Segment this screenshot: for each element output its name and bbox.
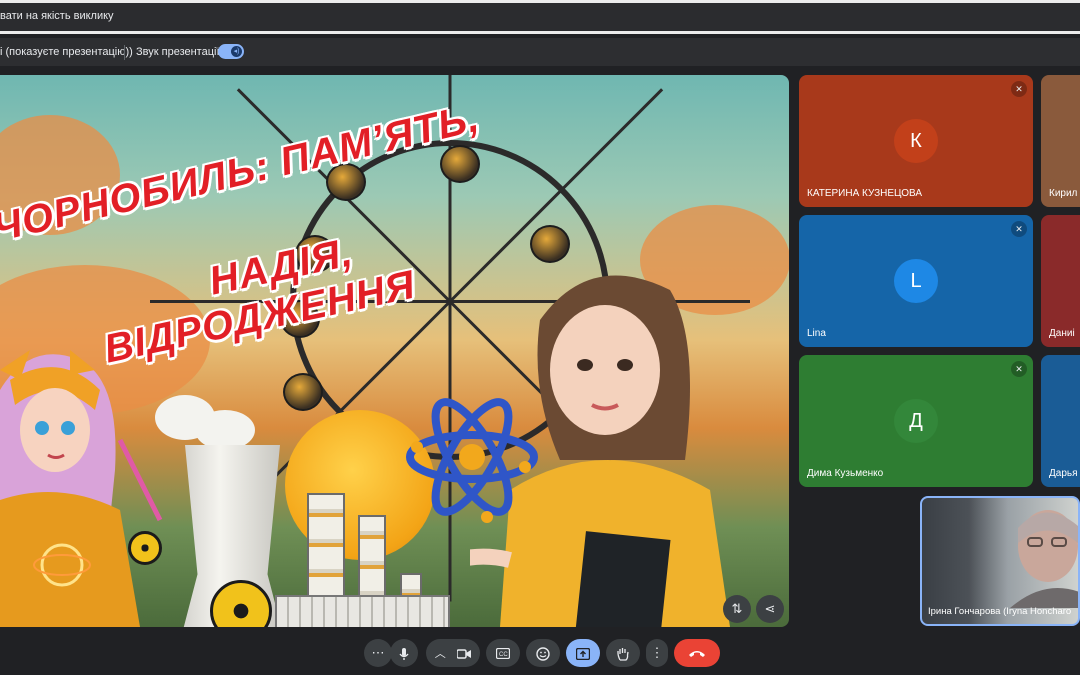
participant-name: Lina <box>807 328 826 339</box>
chevron-up-icon[interactable]: ︿ <box>435 648 446 660</box>
mic-off-icon: ✕ <box>1011 361 1027 377</box>
presentation-bar: і (показуєте презентацію)) Звук презента… <box>0 38 1080 66</box>
present-screen-icon <box>575 647 591 660</box>
presenting-status: і (показуєте презентацію)) <box>0 46 133 58</box>
chimney <box>358 515 386 605</box>
left-character <box>0 350 163 627</box>
camera-icon <box>456 648 472 659</box>
emoji-button[interactable] <box>526 639 560 667</box>
feedback-banner[interactable]: вати на якість виклику <box>0 3 1080 31</box>
mic-off-icon: ✕ <box>1011 81 1027 97</box>
participant-tile[interactable]: Даниі <box>1041 215 1080 347</box>
microphone-icon <box>399 647 409 660</box>
vertical-dots-icon: ⋮ <box>650 645 664 660</box>
participant-name: Дарья <box>1049 468 1078 479</box>
participant-tile[interactable]: ✕ Д Дима Кузьменко <box>799 355 1033 487</box>
steam-cloud <box>195 410 255 450</box>
wheel-cabin <box>283 373 323 411</box>
present-screen-button[interactable] <box>566 639 600 667</box>
participant-name: КАТЕРИНА КУЗНЕЦОВА <box>807 188 922 199</box>
microphone-button[interactable] <box>390 639 418 667</box>
more-icon: ⋯ <box>371 645 385 660</box>
avatar: К <box>894 119 938 163</box>
more-options-button[interactable]: ⋯ <box>364 639 392 667</box>
chimney <box>307 493 345 605</box>
participant-name: Дима Кузьменко <box>807 468 884 479</box>
participant-name: Даниі <box>1049 328 1075 339</box>
emoji-icon <box>536 646 550 661</box>
end-call-icon <box>689 651 705 658</box>
participant-tile[interactable]: ✕ К КАТЕРИНА КУЗНЕЦОВА <box>799 75 1033 207</box>
participant-name: Кирил <box>1049 188 1078 199</box>
more-menu-button[interactable]: ⋮ <box>646 639 668 667</box>
feedback-text[interactable]: вати на якість виклику <box>0 10 114 22</box>
top-bar: вати на якість виклику <box>0 0 1080 34</box>
divider <box>124 45 125 60</box>
share-icon[interactable]: ⋖ <box>756 595 784 623</box>
avatar: L <box>894 259 938 303</box>
wheel-cabin <box>530 225 570 263</box>
self-name: Ірина Гончарова (Iryna Honcharo <box>928 606 1072 617</box>
end-call-button[interactable] <box>674 639 720 667</box>
svg-text:CC: CC <box>499 652 508 658</box>
presentation-audio-toggle[interactable]: ◂) <box>218 44 244 59</box>
speaker-icon: ◂) <box>231 46 242 57</box>
presentation-stage: ЧОРНОБИЛЬ: ПАМ’ЯТЬ, НАДІЯ, ВІДРОДЖЕННЯ ⇅… <box>0 75 789 627</box>
reactor-building <box>275 595 450 627</box>
self-video-tile[interactable]: Ірина Гончарова (Iryna Honcharo <box>920 496 1080 626</box>
swap-icon[interactable]: ⇅ <box>723 595 751 623</box>
avatar: Д <box>894 399 938 443</box>
raise-hand-icon <box>617 647 629 661</box>
presentation-audio-label: Звук презентації <box>136 46 220 58</box>
captions-button[interactable]: CC <box>486 639 520 667</box>
wheel-cabin <box>440 145 480 183</box>
camera-button[interactable]: ︿ <box>426 639 480 667</box>
participant-tile[interactable]: ✕ L Lina <box>799 215 1033 347</box>
participant-tile[interactable]: Дарья <box>1041 355 1080 487</box>
captions-icon: CC <box>495 647 511 660</box>
mic-off-icon: ✕ <box>1011 221 1027 237</box>
participant-video <box>1010 510 1078 608</box>
participant-tile[interactable]: Кирил <box>1041 75 1080 207</box>
atom-icon <box>406 398 538 523</box>
raise-hand-button[interactable] <box>606 639 640 667</box>
